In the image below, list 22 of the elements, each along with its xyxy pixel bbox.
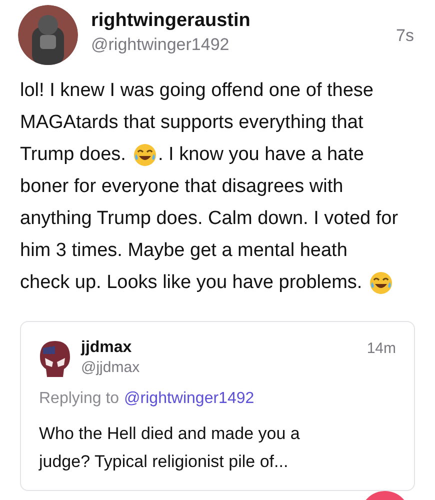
post-text: check up. Looks like you have problems. xyxy=(20,271,362,295)
user-name[interactable]: rightwingeraustin xyxy=(91,9,250,33)
replying-label: Replying to xyxy=(39,389,120,409)
laughing-emoji-icon xyxy=(132,143,157,167)
post-text: boner for everyone that disagrees with xyxy=(20,175,344,199)
post-text: . I know you have a hate xyxy=(158,143,364,167)
post-text: Trump does. xyxy=(20,143,126,167)
skull-avatar-icon[interactable] xyxy=(39,340,71,378)
avatar[interactable] xyxy=(18,5,78,65)
laughing-emoji-icon xyxy=(369,271,394,295)
user-handle[interactable]: @jjdmax xyxy=(81,358,140,378)
post-text: anything Trump does. Calm down. I voted for xyxy=(20,207,398,231)
post-text: lol! I knew I was going offend one of these xyxy=(20,79,374,103)
timestamp: 14m xyxy=(366,339,396,359)
post-text: him 3 times. Maybe get a mental heath xyxy=(20,239,348,263)
post-text: MAGAtards that supports everything that xyxy=(20,111,364,135)
user-name[interactable]: jjdmax xyxy=(81,338,140,358)
user-handle[interactable]: @rightwinger1492 xyxy=(91,33,250,57)
quoted-post-card[interactable]: jjdmax @jjdmax 14m Replying to @rightwinger1492 Who the Hell died and made you a judge? Typical religionist pile of... xyxy=(20,321,415,491)
quoted-text: Who the Hell died and made you a judge? Typical religionist pile of... xyxy=(39,423,301,473)
mention-link[interactable]: @rightwinger1492 xyxy=(124,388,254,410)
timestamp: 7s xyxy=(396,25,414,47)
